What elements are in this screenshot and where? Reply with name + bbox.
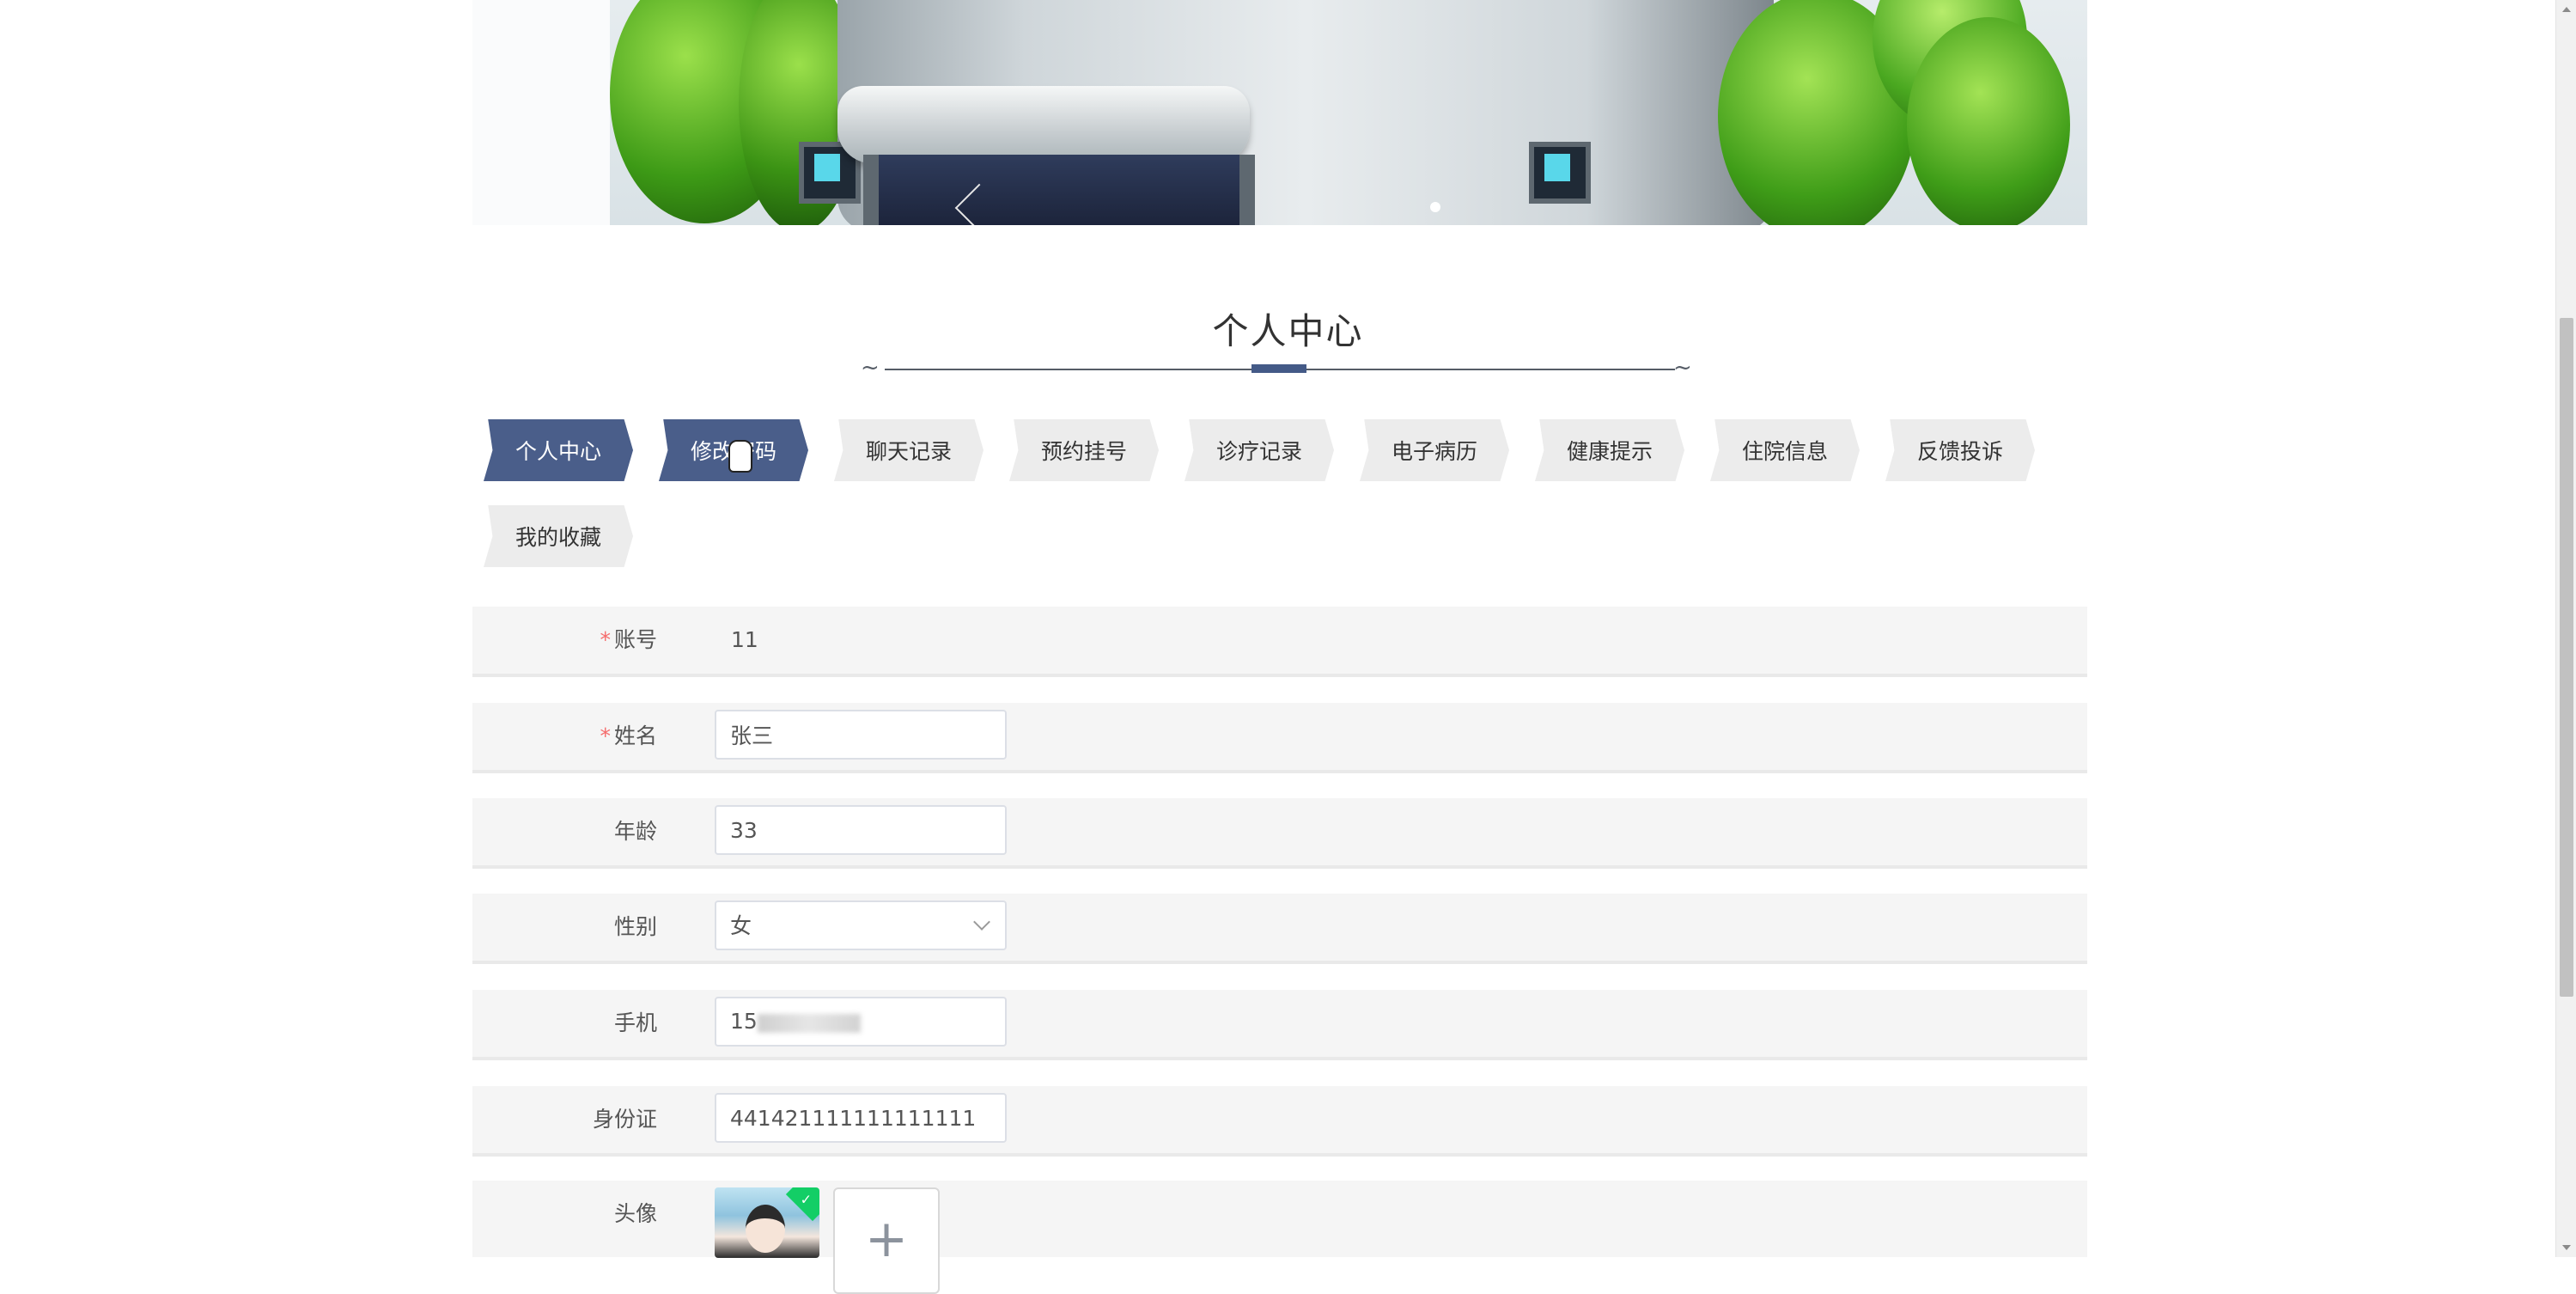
form-row-avatar: 头像 ✓ + (472, 1181, 2087, 1294)
age-input[interactable] (715, 805, 1007, 855)
avatar-face (746, 1205, 785, 1253)
form-row-gender: 性别 女 (472, 894, 2087, 964)
plus-icon: + (864, 1209, 909, 1269)
check-icon: ✓ (785, 1187, 819, 1222)
tab-feedback[interactable]: 反馈投诉 (1885, 419, 2035, 481)
page: 个人中心 ~ ~ 个人中心 修改密码 聊天记录 预约挂号 诊疗记录 电子病历 健… (0, 0, 2576, 1294)
account-label: * 账号 (600, 607, 657, 674)
id-card-label: 身份证 (592, 1107, 657, 1132)
banner-window (1529, 142, 1591, 204)
banner-canopy (837, 86, 1250, 163)
age-label: 年龄 (613, 819, 657, 844)
form-row-account: * 账号 11 (472, 607, 2087, 677)
gender-selected-value: 女 (730, 913, 752, 938)
tab-appointment[interactable]: 预约挂号 (1009, 419, 1159, 481)
page-scrollbar[interactable] (2555, 0, 2576, 1257)
banner-image (610, 0, 2087, 225)
phone-input[interactable]: 15 (715, 997, 1007, 1047)
carousel-indicator-dot[interactable] (1430, 202, 1440, 212)
tab-hospitalization[interactable]: 住院信息 (1710, 419, 1860, 481)
tab-treatment-records[interactable]: 诊疗记录 (1184, 419, 1334, 481)
phone-visible-digits: 15 (730, 1009, 758, 1034)
scrollbar-thumb[interactable] (2560, 318, 2573, 997)
banner-door (863, 155, 1255, 225)
scroll-down-icon[interactable] (2562, 1245, 2571, 1250)
form-row-name: * 姓名 (472, 703, 2087, 773)
tab-my-favorites[interactable]: 我的收藏 (484, 505, 633, 567)
tab-chat-records[interactable]: 聊天记录 (834, 419, 984, 481)
account-label-text: 账号 (613, 627, 657, 652)
form-row-age: 年龄 (472, 798, 2087, 869)
tab-medical-records[interactable]: 电子病历 (1360, 419, 1509, 481)
phone-redaction (758, 1014, 861, 1033)
banner-carousel (472, 0, 2087, 225)
gender-label: 性别 (613, 914, 657, 939)
name-label: * 姓名 (600, 703, 657, 770)
name-label-text: 姓名 (613, 723, 657, 748)
check-glyph: ✓ (800, 1191, 813, 1208)
phone-label: 手机 (613, 1010, 657, 1035)
form-row-id-card: 身份证 (472, 1086, 2087, 1157)
avatar-label: 头像 (613, 1201, 657, 1226)
page-title: 个人中心 (1212, 310, 1364, 352)
required-mark: * (600, 627, 611, 652)
gender-select[interactable]: 女 (715, 900, 1007, 950)
title-accent-bar (1251, 364, 1306, 373)
required-mark: * (600, 723, 611, 748)
avatar-upload-button[interactable]: + (833, 1187, 940, 1294)
form-row-phone: 手机 15 (472, 990, 2087, 1060)
avatar-thumbnail[interactable]: ✓ (715, 1187, 819, 1258)
tab-health-tips[interactable]: 健康提示 (1535, 419, 1684, 481)
account-value: 11 (731, 627, 758, 652)
scroll-up-icon[interactable] (2562, 7, 2571, 12)
title-decoration-left: ~ (861, 355, 880, 381)
id-card-input[interactable] (715, 1093, 1007, 1143)
chevron-down-icon (973, 913, 990, 931)
mouse-cursor (728, 440, 752, 473)
title-decoration-right: ~ (1673, 355, 1692, 381)
tab-personal-center[interactable]: 个人中心 (484, 419, 633, 481)
banner-tree (1907, 17, 2070, 225)
name-input[interactable] (715, 710, 1007, 760)
